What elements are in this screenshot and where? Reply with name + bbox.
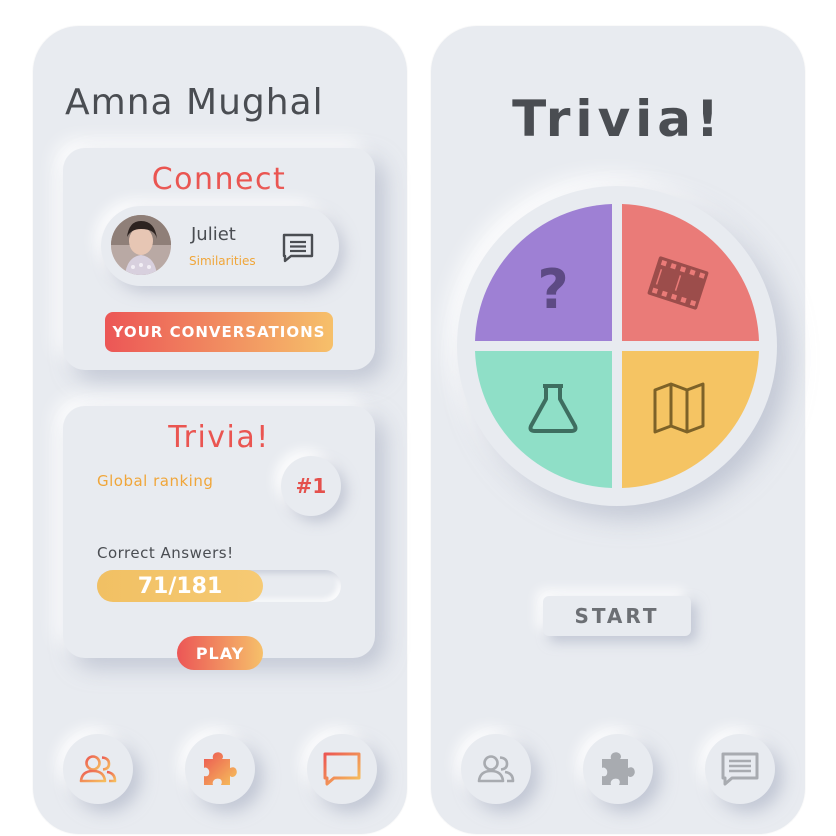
message-icon[interactable]	[281, 232, 315, 264]
nav-chat-button[interactable]	[307, 734, 377, 804]
connect-title: Connect	[151, 162, 287, 197]
trivia-screen: Trivia! ? START	[431, 26, 805, 834]
correct-answers-label: Correct Answers!	[97, 544, 234, 562]
your-conversations-button[interactable]: YOUR CONVERSATIONS	[105, 312, 333, 352]
chat-icon	[323, 752, 361, 786]
connect-screen: Amna Mughal Connect Juliet Similarities	[33, 26, 407, 834]
correct-answers-progress: 71/181	[97, 570, 341, 602]
wheel-segment-question[interactable]: ?	[475, 204, 612, 341]
contact-similarities[interactable]: Similarities	[189, 254, 256, 268]
trivia-title: Trivia!	[512, 90, 724, 148]
start-button[interactable]: START	[543, 596, 691, 636]
nav-puzzle-button[interactable]	[583, 734, 653, 804]
nav-people-button[interactable]	[63, 734, 133, 804]
global-ranking-label: Global ranking	[97, 472, 214, 490]
question-mark-icon: ?	[537, 258, 568, 321]
wheel-segment-science[interactable]	[475, 351, 612, 488]
wheel-segment-geography[interactable]	[622, 351, 759, 488]
contact-name: Juliet	[191, 224, 236, 245]
trivia-card: Trivia! Global ranking #1 Correct Answer…	[63, 406, 375, 670]
puzzle-icon	[204, 752, 237, 785]
people-icon	[79, 755, 117, 783]
wheel-segment-film[interactable]	[622, 204, 759, 341]
nav-people-button[interactable]	[461, 734, 531, 804]
chat-icon	[721, 752, 759, 786]
nav-chat-button[interactable]	[705, 734, 775, 804]
nav-puzzle-button[interactable]	[185, 734, 255, 804]
contact-item[interactable]: Juliet Similarities	[101, 206, 339, 286]
trivia-card-title: Trivia!	[168, 420, 270, 455]
play-button[interactable]: PLAY	[177, 636, 263, 670]
progress-fill: 71/181	[97, 570, 263, 602]
category-wheel: ?	[457, 186, 777, 506]
puzzle-icon	[602, 752, 635, 785]
user-name: Amna Mughal	[65, 82, 324, 123]
rank-badge: #1	[281, 456, 341, 516]
connect-card: Connect Juliet Similarities YOUR CONVERS…	[63, 148, 375, 370]
people-icon	[477, 755, 515, 783]
avatar	[111, 215, 171, 275]
